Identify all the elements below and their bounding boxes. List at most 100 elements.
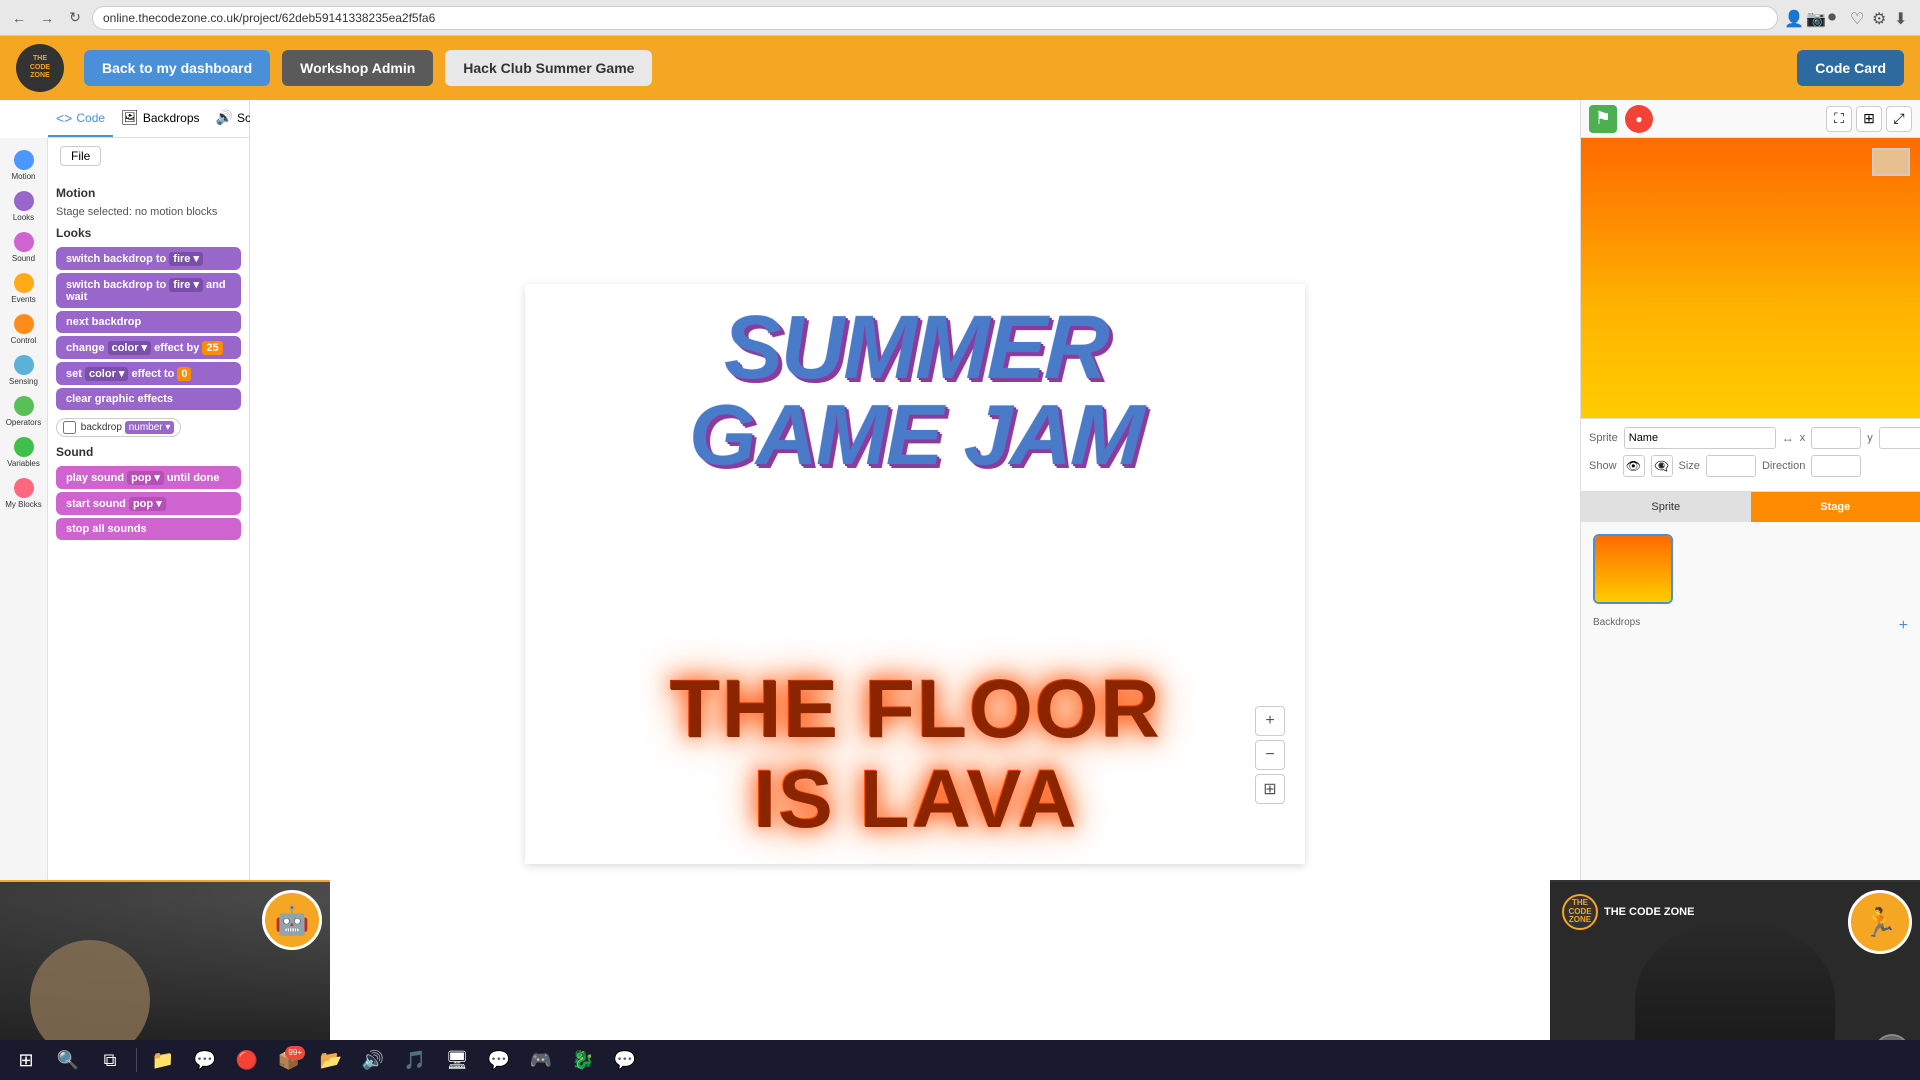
- backdrop-add-btn[interactable]: +: [1899, 617, 1908, 635]
- sprite-tab[interactable]: Sprite: [1581, 492, 1751, 522]
- back-btn[interactable]: ←: [8, 7, 30, 29]
- game-btn[interactable]: 🎮: [523, 1044, 559, 1076]
- stage-area: SUMMER GAME JAM THE FLOOR IS LAVA + − ⊞: [250, 100, 1580, 1080]
- set-effect-btn[interactable]: set color ▾ effect to 0: [56, 362, 241, 385]
- switch-backdrop-wait-btn[interactable]: switch backdrop to fire ▾ and wait: [56, 273, 241, 308]
- stop-all-sounds-btn[interactable]: stop all sounds: [56, 518, 241, 540]
- myblocks-category[interactable]: My Blocks: [3, 474, 45, 513]
- logo-icon: THECODEZONE: [16, 44, 64, 92]
- stop-btn[interactable]: ●: [1625, 105, 1653, 133]
- motion-sub: Stage selected: no motion blocks: [48, 204, 249, 222]
- y-label: y: [1867, 432, 1873, 444]
- camera-icon[interactable]: 📷: [1806, 9, 1824, 27]
- events-category[interactable]: Events: [3, 269, 45, 308]
- sound-tab-icon: 🔊: [216, 109, 233, 126]
- hackclub-btn[interactable]: Hack Club Summer Game: [445, 50, 652, 86]
- x-input[interactable]: [1811, 427, 1861, 449]
- msg-btn[interactable]: 💬: [481, 1044, 517, 1076]
- operators-category[interactable]: Operators: [3, 392, 45, 431]
- zoom-in-btn[interactable]: +: [1255, 706, 1285, 736]
- zoom-out-btn[interactable]: −: [1255, 740, 1285, 770]
- backdrop-checkbox[interactable]: [63, 421, 76, 434]
- next-backdrop-btn[interactable]: next backdrop: [56, 311, 241, 333]
- y-input[interactable]: [1879, 427, 1920, 449]
- backdrop-reporter-btn[interactable]: backdrop number ▾: [56, 418, 181, 437]
- profile-icon[interactable]: 👤: [1784, 9, 1802, 27]
- address-bar[interactable]: online.thecodezone.co.uk/project/62deb59…: [92, 6, 1778, 30]
- tab-backdrops[interactable]: 🖼 Backdrops: [113, 100, 207, 137]
- browser-bar: ← → ↻ online.thecodezone.co.uk/project/6…: [0, 0, 1920, 36]
- discord-btn[interactable]: 💬: [607, 1044, 643, 1076]
- stage-tab[interactable]: Stage: [1751, 492, 1920, 522]
- download-icon[interactable]: ⬇: [1894, 9, 1912, 27]
- expand-btn[interactable]: ⤢: [1886, 106, 1912, 132]
- display-btn[interactable]: 🖥: [439, 1044, 475, 1076]
- color-swatch: [1872, 148, 1910, 176]
- app2-btn[interactable]: 📦 99+: [271, 1044, 307, 1076]
- looks-category[interactable]: Looks: [3, 187, 45, 226]
- hide-btn[interactable]: 👁‍🗨: [1651, 455, 1673, 477]
- heart-icon[interactable]: ♡: [1850, 9, 1868, 27]
- tab-backdrops-label: Backdrops: [143, 111, 200, 125]
- control-category[interactable]: Control: [3, 310, 45, 349]
- file-btn[interactable]: File: [60, 146, 101, 166]
- clear-effects-btn[interactable]: clear graphic effects: [56, 388, 241, 410]
- stage-backdrop-item[interactable]: [1593, 534, 1673, 604]
- sound-section-label: Sound: [48, 441, 249, 463]
- codezone-right-logo: THECODEZONE THE CODE ZONE: [1562, 894, 1694, 930]
- taskview-btn[interactable]: ⧉: [92, 1044, 128, 1076]
- dragon-btn[interactable]: 🐉: [565, 1044, 601, 1076]
- app3-btn[interactable]: 📂: [313, 1044, 349, 1076]
- refresh-btn[interactable]: ↻: [64, 7, 86, 29]
- music-btn[interactable]: 🎵: [397, 1044, 433, 1076]
- direction-label: Direction: [1762, 460, 1805, 472]
- change-effect-btn[interactable]: change color ▾ effect by 25: [56, 336, 241, 359]
- summer-game-jam-text: SUMMER GAME JAM: [556, 302, 1274, 477]
- sound-category[interactable]: Sound: [3, 228, 45, 267]
- direction-input[interactable]: [1811, 455, 1861, 477]
- fullscreen-btn[interactable]: ⛶: [1826, 106, 1852, 132]
- workshop-admin-btn[interactable]: Workshop Admin: [282, 50, 433, 86]
- audio-btn[interactable]: 🔊: [355, 1044, 391, 1076]
- green-flag-btn[interactable]: ⚑: [1589, 105, 1617, 133]
- chat-btn[interactable]: 💬: [187, 1044, 223, 1076]
- character-avatar: 🏃: [1848, 890, 1912, 954]
- taskbar-sep1: [136, 1048, 137, 1072]
- settings-icon[interactable]: ⚙: [1872, 9, 1890, 27]
- motion-category[interactable]: Motion: [3, 146, 45, 185]
- switch-backdrop-btn[interactable]: switch backdrop to fire ▾: [56, 247, 241, 270]
- forward-btn[interactable]: →: [36, 7, 58, 29]
- motion-label: Motion: [48, 182, 249, 204]
- layout-btn[interactable]: ⊞: [1856, 106, 1882, 132]
- variables-category[interactable]: Variables: [3, 433, 45, 472]
- size-input[interactable]: [1706, 455, 1756, 477]
- canvas-inner: SUMMER GAME JAM THE FLOOR IS LAVA + − ⊞: [525, 284, 1305, 864]
- avatar-right-small: 🤖: [262, 890, 322, 950]
- sprite-name-input[interactable]: [1624, 427, 1776, 449]
- windows-start-btn[interactable]: ⊞: [8, 1044, 44, 1076]
- url-text: online.thecodezone.co.uk/project/62deb59…: [103, 11, 435, 25]
- file-explorer-btn[interactable]: 📁: [145, 1044, 181, 1076]
- zoom-fit-btn[interactable]: ⊞: [1255, 774, 1285, 804]
- backdrop-reporter-area: backdrop number ▾: [48, 413, 249, 441]
- app-header: THECODEZONE Back to my dashboard Worksho…: [0, 36, 1920, 100]
- size-label: Size: [1679, 460, 1700, 472]
- x-label: x: [1800, 432, 1806, 444]
- show-btn[interactable]: 👁: [1623, 455, 1645, 477]
- sprite-label: Sprite: [1589, 432, 1618, 444]
- sensing-category[interactable]: Sensing: [3, 351, 45, 390]
- floor-lava-text: THE FLOOR IS LAVA: [525, 664, 1305, 844]
- backdrop-count-label: Backdrops +: [1589, 617, 1912, 628]
- play-sound-btn[interactable]: play sound pop ▾ until done: [56, 466, 241, 489]
- stop-icon: ●: [1635, 112, 1642, 126]
- rec-icon[interactable]: ⏺: [1828, 9, 1846, 27]
- search-taskbar-btn[interactable]: 🔍: [50, 1044, 86, 1076]
- code-card-btn[interactable]: Code Card: [1797, 50, 1904, 86]
- back-to-dashboard-btn[interactable]: Back to my dashboard: [84, 50, 270, 86]
- looks-label: Looks: [48, 222, 249, 244]
- start-sound-btn[interactable]: start sound pop ▾: [56, 492, 241, 515]
- panel-icon-btns: ⛶ ⊞ ⤢: [1826, 106, 1912, 132]
- tab-code[interactable]: <> Code: [48, 100, 113, 137]
- show-row: Show 👁 👁‍🗨 Size Direction: [1589, 455, 1912, 477]
- app1-btn[interactable]: 🔴: [229, 1044, 265, 1076]
